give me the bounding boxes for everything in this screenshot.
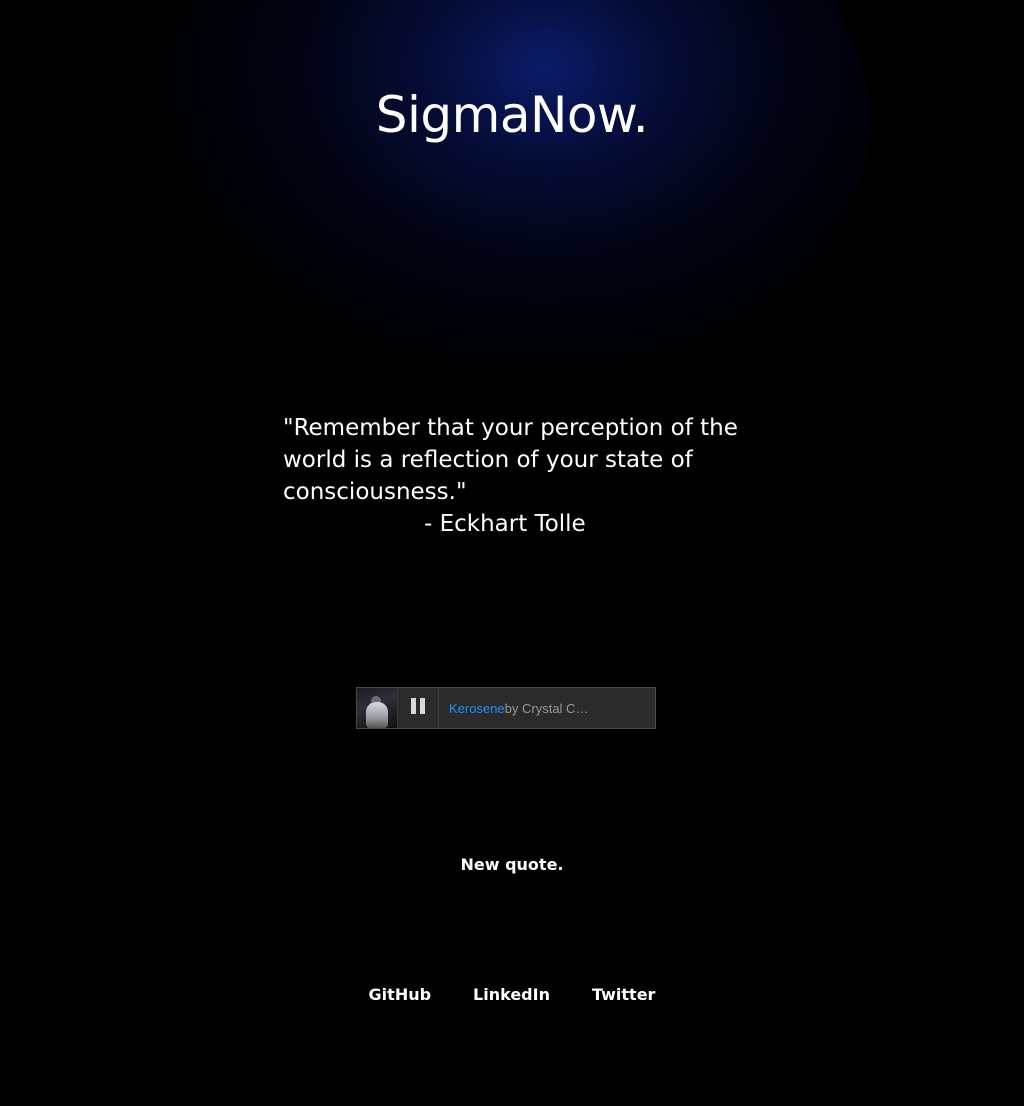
twitter-link[interactable]: Twitter <box>592 985 655 1004</box>
quote-block: "Remember that your perception of the wo… <box>283 412 743 540</box>
track-artist: by Crystal C… <box>504 700 589 716</box>
track-info: Kerosene by Crystal C… <box>439 688 655 728</box>
linkedin-link[interactable]: LinkedIn <box>473 985 550 1004</box>
pause-icon <box>409 697 427 719</box>
track-title-link[interactable]: Kerosene <box>449 701 505 716</box>
quote-text: "Remember that your perception of the wo… <box>283 415 738 505</box>
music-player: Kerosene by Crystal C… <box>356 687 656 729</box>
new-quote-button[interactable]: New quote. <box>0 855 1024 874</box>
background-glow <box>150 0 870 380</box>
album-art-figure <box>366 702 388 728</box>
page: SigmaNow. "Remember that your perception… <box>0 0 1024 1106</box>
quote-author: - Eckhart Tolle <box>424 511 586 537</box>
site-title: SigmaNow. <box>375 86 649 144</box>
album-art[interactable] <box>357 688 398 728</box>
social-links: GitHub LinkedIn Twitter <box>0 985 1024 1004</box>
github-link[interactable]: GitHub <box>369 985 432 1004</box>
pause-button[interactable] <box>398 688 439 728</box>
